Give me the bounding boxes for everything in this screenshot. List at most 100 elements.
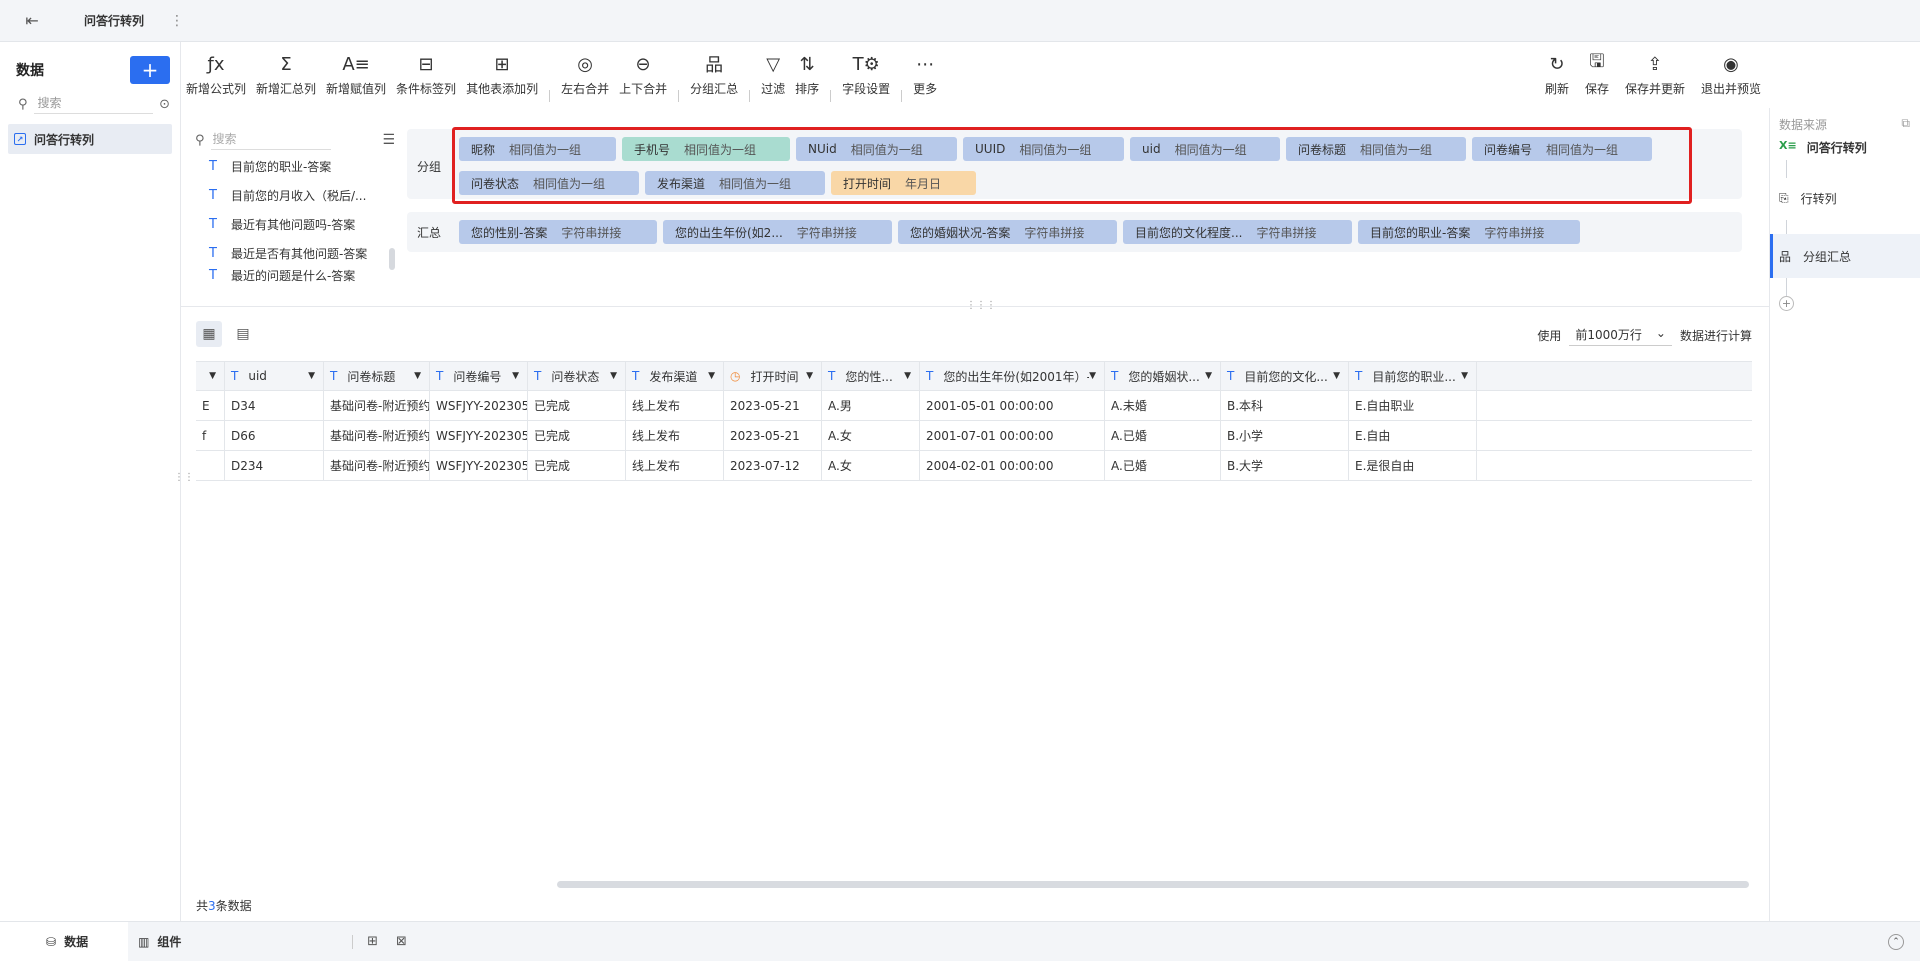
more-icon[interactable]: ⊙ (159, 97, 170, 112)
column-header[interactable]: T 您的出生年份(如2001年）-... ▼ (920, 362, 1105, 390)
add-table-icon[interactable]: ⊠ (396, 934, 407, 949)
resize-handle[interactable]: ⋮⋮ (174, 472, 194, 483)
collapse-icon[interactable]: ⌃ (1888, 933, 1904, 950)
add-assign-column-button[interactable]: A≡ 新增赋值列 (321, 52, 391, 97)
table-cell[interactable]: A.女 (822, 421, 920, 450)
table-cell[interactable]: WSFJYY-20230513 (430, 451, 528, 480)
column-header[interactable]: T 问卷状态 ▼ (528, 362, 626, 390)
table-cell[interactable]: 线上发布 (626, 391, 724, 420)
layout-view-icon[interactable]: ▤ (230, 321, 256, 347)
column-header[interactable]: T 问卷编号 ▼ (430, 362, 528, 390)
table-cell[interactable]: E.是很自由 (1349, 451, 1477, 480)
group-summary-button[interactable]: 品分组汇总 (685, 52, 743, 97)
table-cell[interactable]: E.自由 (1349, 421, 1477, 450)
column-header[interactable]: ◷ 打开时间 ▼ (724, 362, 822, 390)
column-header[interactable]: ▼ (196, 362, 225, 390)
filter-button[interactable]: ▽ 过滤 (756, 52, 790, 97)
summary-chip[interactable]: 您的性别-答案 字符串拼接 (459, 220, 657, 244)
column-header[interactable]: T 发布渠道 ▼ (626, 362, 724, 390)
field-list-scrollbar[interactable] (389, 248, 395, 270)
column-header[interactable]: T 您的性... ▼ (822, 362, 920, 390)
table-cell[interactable]: D66 (225, 421, 324, 450)
table-cell[interactable]: A.女 (822, 451, 920, 480)
column-header[interactable]: Tuid ▼ (225, 362, 324, 390)
table-cell[interactable]: A.男 (822, 391, 920, 420)
save-button[interactable]: 🖫 保存 (1577, 51, 1617, 97)
add-chart-icon[interactable]: ⊞ (367, 934, 378, 949)
column-header[interactable]: T 目前您的文化... ▼ (1221, 362, 1349, 390)
tab-data[interactable]: ⛁ 数据 (0, 921, 129, 962)
top-bottom-merge-button[interactable]: ⊖ 上下合并 (614, 52, 672, 97)
field-item[interactable]: T 最近的问题是什么-答案 (195, 268, 395, 282)
step-group-summary[interactable]: 品分组汇总 (1770, 234, 1920, 278)
conditional-tag-column-button[interactable]: ⊟ 条件标签列 (391, 52, 461, 97)
table-cell[interactable]: 基础问卷-附近预约 (324, 421, 430, 450)
list-settings-icon[interactable]: ☰ (382, 132, 395, 148)
refresh-button[interactable]: ↻ 刷新 (1537, 52, 1577, 97)
column-header[interactable]: T 目前您的职业... ▼ (1349, 362, 1477, 390)
table-cell[interactable]: B.大学 (1221, 451, 1349, 480)
table-cell[interactable]: A.未婚 (1105, 391, 1221, 420)
field-item[interactable]: T 最近有其他问题吗-答案 (195, 210, 395, 239)
drag-handle-icon[interactable]: ⋮⋮⋮ (966, 300, 996, 311)
table-cell[interactable] (196, 451, 225, 480)
column-menu-icon[interactable]: ▼ (1333, 371, 1340, 381)
column-menu-icon[interactable]: ▼ (414, 371, 421, 381)
data-source-item[interactable]: X≡ 问答行转列 (1770, 133, 1920, 156)
more-options-icon[interactable]: ⋮ (170, 13, 184, 29)
exit-icon[interactable]: ⇤ (0, 11, 64, 30)
row-limit-select[interactable]: 前1000万行 ⌄ (1569, 324, 1672, 346)
add-summary-column-button[interactable]: Σ 新增汇总列 (251, 52, 321, 97)
table-cell[interactable]: 线上发布 (626, 451, 724, 480)
table-cell[interactable]: D234 (225, 451, 324, 480)
column-menu-icon[interactable]: ▼ (512, 371, 519, 381)
step-row-to-column[interactable]: ⎘ 行转列 (1770, 176, 1920, 220)
grid-view-icon[interactable]: ▦ (196, 321, 222, 347)
field-item[interactable]: T 目前您的月收入（税后/... (195, 181, 395, 210)
field-item[interactable]: T 最近是否有其他问题-答案 (195, 239, 395, 268)
column-header[interactable]: T 您的婚姻状... ▼ (1105, 362, 1221, 390)
table-cell[interactable]: f (196, 421, 225, 450)
column-menu-icon[interactable]: ▼ (308, 371, 315, 381)
summary-chip[interactable]: 您的婚姻状况-答案 字符串拼接 (898, 220, 1117, 244)
summary-chip[interactable]: 目前您的职业-答案 字符串拼接 (1358, 220, 1580, 244)
table-cell[interactable]: B.小学 (1221, 421, 1349, 450)
field-search-input[interactable]: 搜索 (210, 130, 331, 150)
table-cell[interactable]: 已完成 (528, 421, 626, 450)
table-cell[interactable]: WSFJYY-20230513 (430, 391, 528, 420)
horizontal-scrollbar[interactable] (557, 881, 1749, 888)
table-cell[interactable]: 2004-02-01 00:00:00 (920, 451, 1105, 480)
column-header[interactable]: T 问卷标题 ▼ (324, 362, 430, 390)
table-cell[interactable]: B.本科 (1221, 391, 1349, 420)
table-cell[interactable]: 基础问卷-附近预约 (324, 451, 430, 480)
table-cell[interactable]: E (196, 391, 225, 420)
summary-chip[interactable]: 目前您的文化程度... 字符串拼接 (1123, 220, 1352, 244)
field-item[interactable]: T 目前您的职业-答案 (195, 152, 395, 181)
table-cell[interactable]: A.已婚 (1105, 451, 1221, 480)
table-cell[interactable]: E.自由职业 (1349, 391, 1477, 420)
table-cell[interactable]: 已完成 (528, 451, 626, 480)
table-row[interactable]: ED34基础问卷-附近预约WSFJYY-20230513已完成线上发布2023-… (196, 391, 1752, 421)
add-formula-column-button[interactable]: ƒx 新增公式列 (181, 52, 251, 97)
tab-components[interactable]: ▥ 组件 (128, 933, 338, 950)
table-cell[interactable]: WSFJYY-20230513 (430, 421, 528, 450)
table-cell[interactable]: 2023-05-21 (724, 421, 822, 450)
column-menu-icon[interactable]: ▼ (1089, 371, 1096, 381)
table-cell[interactable]: 已完成 (528, 391, 626, 420)
left-right-merge-button[interactable]: ◎ 左右合并 (556, 52, 614, 97)
exit-and-preview-button[interactable]: ◉ 退出并预览 (1693, 52, 1769, 97)
column-menu-icon[interactable]: ▼ (1461, 371, 1468, 381)
column-menu-icon[interactable]: ▼ (209, 371, 216, 381)
save-and-update-button[interactable]: ⇪ 保存并更新 (1617, 52, 1693, 97)
column-menu-icon[interactable]: ▼ (610, 371, 617, 381)
table-cell[interactable]: 线上发布 (626, 421, 724, 450)
sidebar-item-dataset[interactable]: ↗ 问答行转列 (8, 124, 172, 154)
table-row[interactable]: fD66基础问卷-附近预约WSFJYY-20230513已完成线上发布2023-… (196, 421, 1752, 451)
add-column-from-other-table-button[interactable]: ⊞ 其他表添加列 (461, 52, 543, 97)
layout-toggle-icon[interactable]: ⧉ (1901, 116, 1910, 133)
table-cell[interactable]: 2023-07-12 (724, 451, 822, 480)
table-cell[interactable]: 2023-05-21 (724, 391, 822, 420)
table-cell[interactable]: 2001-07-01 00:00:00 (920, 421, 1105, 450)
table-cell[interactable]: 2001-05-01 00:00:00 (920, 391, 1105, 420)
table-row[interactable]: D234基础问卷-附近预约WSFJYY-20230513已完成线上发布2023-… (196, 451, 1752, 481)
